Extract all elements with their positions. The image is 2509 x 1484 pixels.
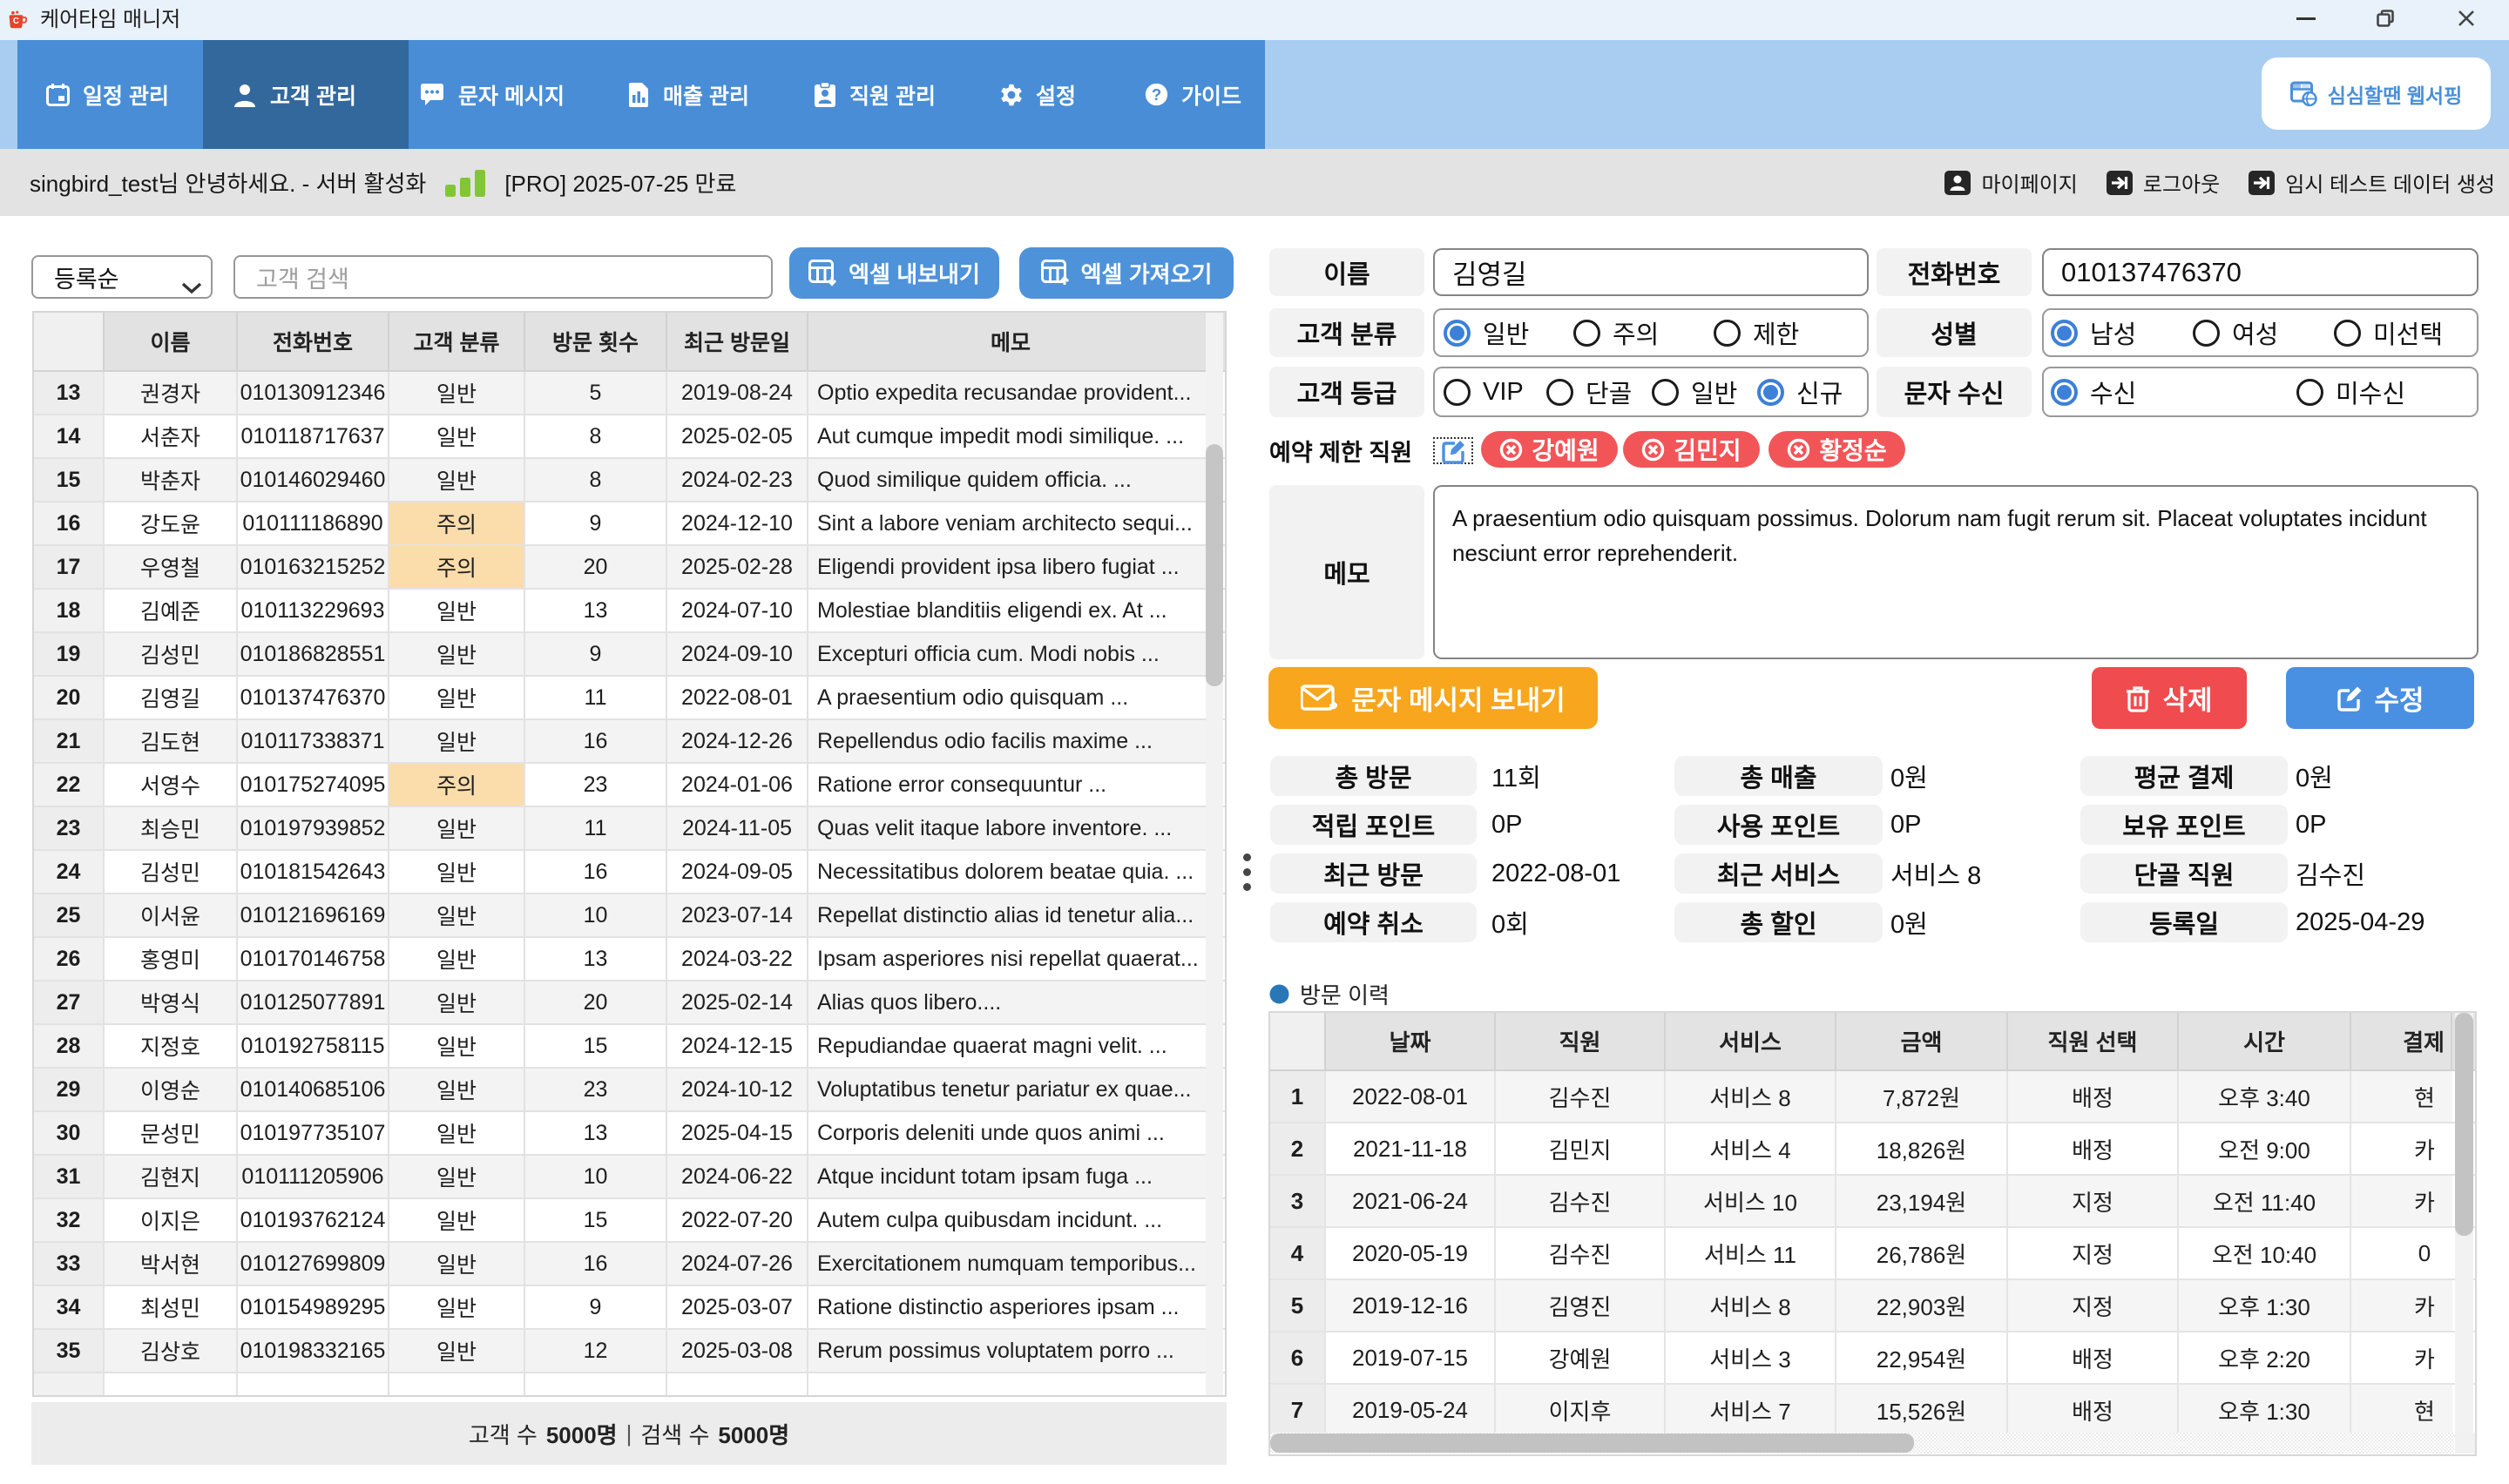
svg-text:?: ?: [1152, 85, 1161, 104]
svg-text:C: C: [13, 17, 19, 26]
